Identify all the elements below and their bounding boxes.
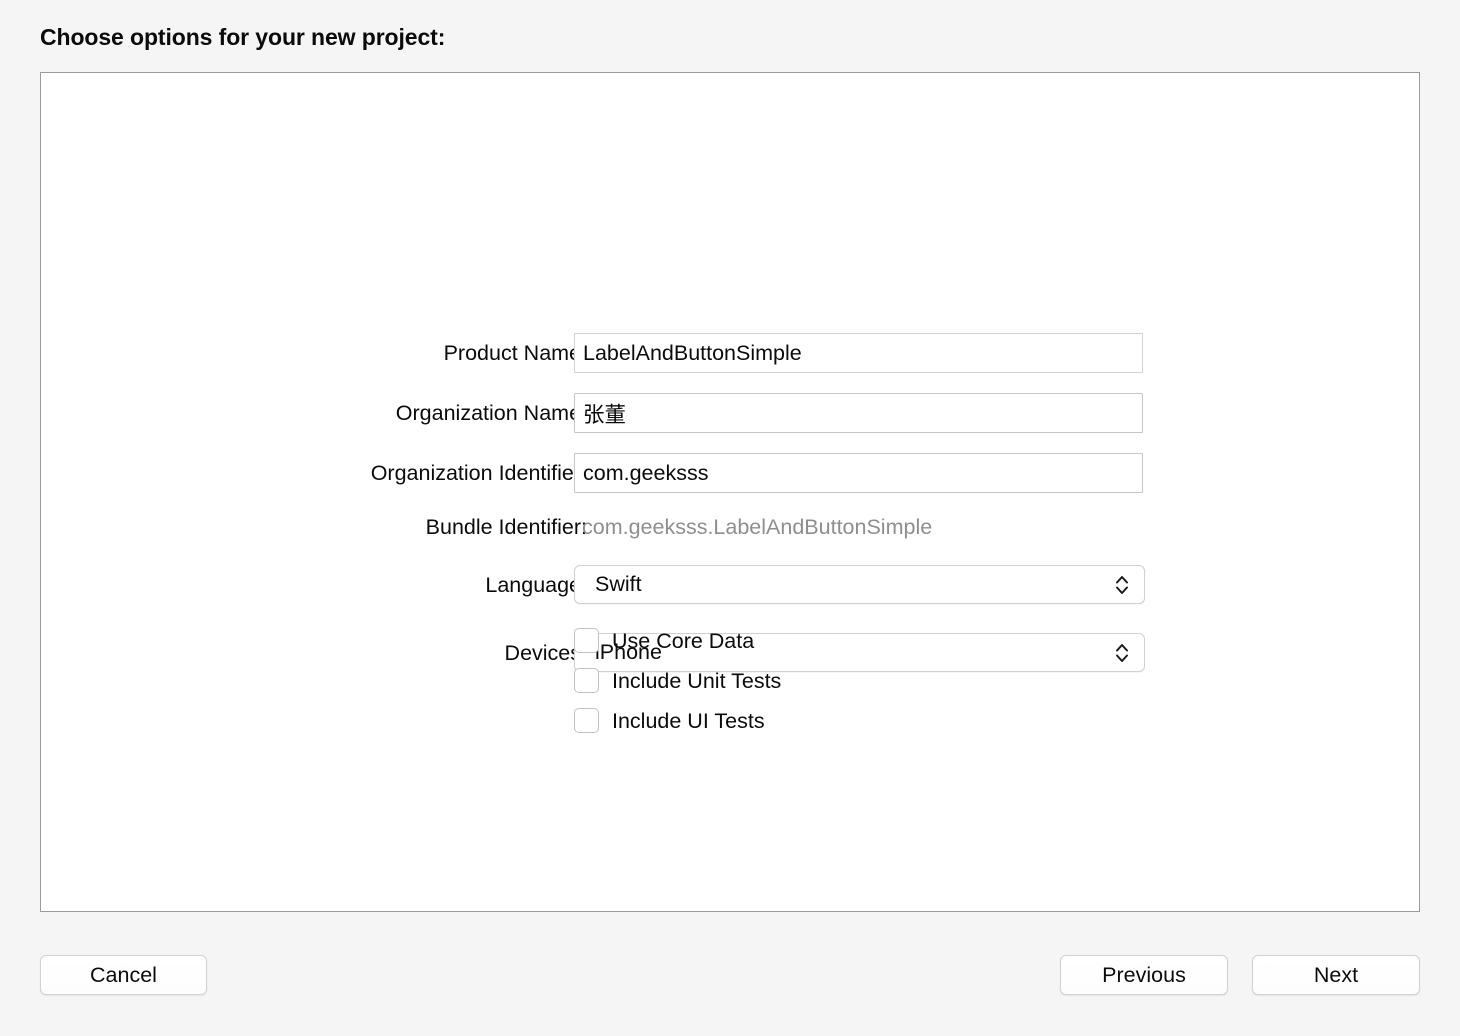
cancel-button[interactable]: Cancel bbox=[40, 955, 207, 995]
form-row-organization-name: Organization Name: bbox=[41, 393, 1419, 433]
label-organization-name: Organization Name: bbox=[396, 393, 587, 433]
organization-identifier-input[interactable] bbox=[574, 453, 1143, 493]
language-selected-value: Swift bbox=[595, 566, 642, 603]
chevron-up-down-icon bbox=[1114, 641, 1130, 665]
form-row-language: Language: Swift bbox=[41, 565, 1419, 605]
language-select[interactable]: Swift bbox=[574, 565, 1145, 604]
include-ui-tests-checkbox[interactable] bbox=[574, 708, 599, 733]
label-language: Language: bbox=[485, 565, 587, 605]
form-row-product-name: Product Name: bbox=[41, 333, 1419, 373]
label-bundle-identifier: Bundle Identifier: bbox=[426, 507, 587, 547]
form-row-bundle-identifier: Bundle Identifier: com.geeksss.LabelAndB… bbox=[41, 507, 1419, 547]
previous-button[interactable]: Previous bbox=[1060, 955, 1228, 995]
project-options-form: Product Name: Organization Name: Organiz… bbox=[41, 73, 1419, 911]
include-unit-tests-label: Include Unit Tests bbox=[612, 664, 781, 698]
product-name-input[interactable] bbox=[574, 333, 1143, 373]
use-core-data-label: Use Core Data bbox=[612, 624, 754, 658]
page-title: Choose options for your new project: bbox=[40, 24, 445, 51]
form-row-organization-identifier: Organization Identifier: bbox=[41, 453, 1419, 493]
chevron-up-down-icon bbox=[1114, 573, 1130, 597]
use-core-data-checkbox[interactable] bbox=[574, 628, 599, 653]
include-ui-tests-label: Include UI Tests bbox=[612, 704, 765, 738]
label-organization-identifier: Organization Identifier: bbox=[371, 453, 587, 493]
next-button[interactable]: Next bbox=[1252, 955, 1420, 995]
bundle-identifier-value: com.geeksss.LabelAndButtonSimple bbox=[582, 507, 932, 547]
options-panel: Product Name: Organization Name: Organiz… bbox=[40, 72, 1420, 912]
label-product-name: Product Name: bbox=[444, 333, 587, 373]
organization-name-input[interactable] bbox=[574, 393, 1143, 433]
include-unit-tests-checkbox[interactable] bbox=[574, 668, 599, 693]
